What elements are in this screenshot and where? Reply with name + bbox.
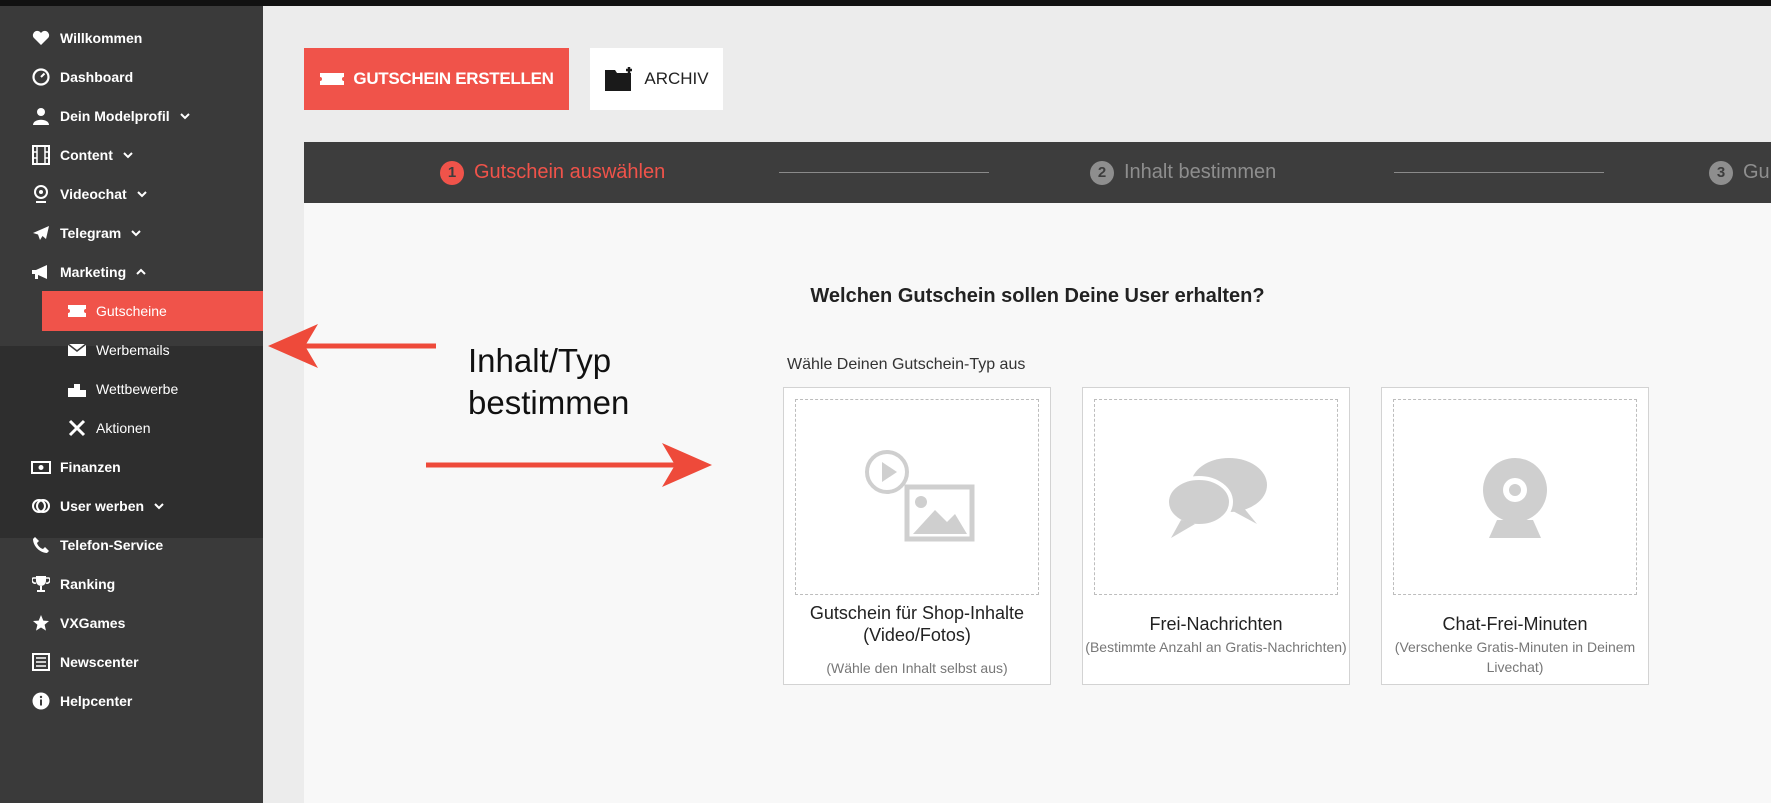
arrow-right xyxy=(426,443,712,487)
annotation-arrows xyxy=(268,324,712,487)
arrow-left xyxy=(268,324,436,368)
